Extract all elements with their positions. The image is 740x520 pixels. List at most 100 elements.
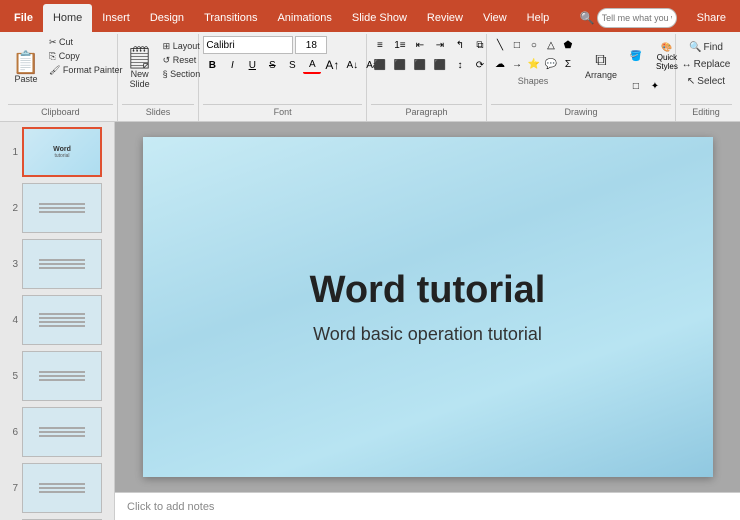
slide-thumb-6[interactable]: 6	[2, 406, 112, 458]
shape-5[interactable]: ⬟	[559, 36, 577, 54]
new-slide-button[interactable]: 🗒 NewSlide	[122, 36, 158, 100]
font-size-input[interactable]	[295, 36, 327, 54]
increase-font-button[interactable]: A↑	[323, 56, 341, 74]
slide-thumbnail-3[interactable]	[22, 239, 102, 289]
numbering-button[interactable]: 1≡	[391, 36, 409, 54]
shape-4[interactable]: △	[542, 36, 560, 54]
ribbon-content: 📋 Paste ✂ Cut ⎘ Copy 🖌 Format Painter Cl…	[0, 32, 740, 122]
slide-canvas[interactable]: Word tutorial Word basic operation tutor…	[143, 137, 713, 477]
shape-3[interactable]: ○	[525, 36, 543, 54]
notes-area[interactable]: Click to add notes	[115, 492, 740, 520]
font-group: B I U S S A A↑ A↓ Aa Font	[199, 34, 367, 121]
shape-9[interactable]: 💬	[542, 55, 560, 73]
paste-button[interactable]: 📋 Paste	[8, 36, 44, 100]
decrease-font-button[interactable]: A↓	[343, 56, 361, 74]
shape-fill-button[interactable]: 🪣	[627, 47, 645, 65]
slide-canvas-wrap[interactable]: Word tutorial Word basic operation tutor…	[115, 122, 740, 492]
clipboard-group: 📋 Paste ✂ Cut ⎘ Copy 🖌 Format Painter Cl…	[4, 34, 118, 121]
shape-10[interactable]: Σ	[559, 55, 577, 73]
new-slide-icon: 🗒	[126, 47, 154, 69]
increase-indent-button[interactable]: ⇥	[431, 36, 449, 54]
slide-thumb-7[interactable]: 7	[2, 462, 112, 514]
tell-me-area: 🔍	[574, 8, 683, 28]
shadow-button[interactable]: S	[283, 56, 301, 74]
tab-slideshow[interactable]: Slide Show	[342, 4, 417, 32]
slide-thumb-1[interactable]: 1 Word tutorial	[2, 126, 112, 178]
font-name-dropdown[interactable]	[203, 36, 293, 54]
editing-label: Editing	[680, 104, 732, 119]
shape-outline-button[interactable]: □	[627, 77, 645, 95]
shape-effects-button[interactable]: ✦	[646, 77, 664, 95]
main-area: 1 Word tutorial 2 3	[0, 122, 740, 520]
layout-button[interactable]: ⊞ Layout	[160, 40, 204, 53]
paragraph-label: Paragraph	[371, 104, 482, 119]
bold-button[interactable]: B	[203, 56, 221, 74]
select-button[interactable]: ↖ Select	[683, 74, 729, 89]
italic-button[interactable]: I	[223, 56, 241, 74]
arrange-button[interactable]: ⧉ Arrange	[583, 36, 619, 96]
paragraph-group: ≡ 1≡ ⇤ ⇥ ↰ ⧉ ⬛ ⬛ ⬛ ⬛ ↕ ⟳	[367, 34, 487, 121]
tab-share[interactable]: Share	[687, 4, 736, 32]
tab-file[interactable]: File	[4, 4, 43, 32]
justify-button[interactable]: ⬛	[431, 56, 449, 74]
bullets-button[interactable]: ≡	[371, 36, 389, 54]
font-color-button[interactable]: A	[303, 56, 321, 74]
format-painter-button[interactable]: 🖌 Format Painter	[46, 64, 125, 77]
slide-thumb-2[interactable]: 2	[2, 182, 112, 234]
shape-8[interactable]: ⭐	[525, 55, 543, 73]
tab-review[interactable]: Review	[417, 4, 473, 32]
shape-6[interactable]: ☁	[491, 55, 509, 73]
align-right-button[interactable]: ⬛	[411, 56, 429, 74]
quick-styles-icon: 🎨	[661, 42, 672, 53]
find-button[interactable]: 🔍 Find	[685, 40, 727, 55]
arrange-icon: ⧉	[595, 52, 606, 70]
drawing-group: ╲ □ ○ △ ⬟ ☁ → ⭐ 💬 Σ Shapes	[487, 34, 676, 121]
slides-group: 🗒 NewSlide ⊞ Layout ↺ Reset § Section Sl…	[118, 34, 200, 121]
align-left-button[interactable]: ⬛	[371, 56, 389, 74]
strikethrough-button[interactable]: S	[263, 56, 281, 74]
font-label: Font	[203, 104, 362, 119]
tab-design[interactable]: Design	[140, 4, 194, 32]
replace-button[interactable]: ↔ Replace	[678, 57, 735, 72]
slide-thumbnail-4[interactable]	[22, 295, 102, 345]
shape-2[interactable]: □	[508, 36, 526, 54]
clipboard-label: Clipboard	[8, 104, 113, 119]
tab-home[interactable]: Home	[43, 4, 92, 32]
notes-placeholder[interactable]: Click to add notes	[127, 501, 214, 513]
shape-7[interactable]: →	[508, 55, 526, 73]
slide-thumbnail-6[interactable]	[22, 407, 102, 457]
slide-thumb-5[interactable]: 5	[2, 350, 112, 402]
rtl-button[interactable]: ↰	[451, 36, 469, 54]
slide-title[interactable]: Word tutorial	[310, 269, 546, 312]
slide-subtitle[interactable]: Word basic operation tutorial	[313, 324, 542, 345]
tab-insert[interactable]: Insert	[92, 4, 140, 32]
tab-help[interactable]: Help	[517, 4, 560, 32]
slide-panel: 1 Word tutorial 2 3	[0, 122, 115, 520]
slide-thumbnail-1[interactable]: Word tutorial	[22, 127, 102, 177]
replace-icon: ↔	[682, 59, 692, 70]
tab-view[interactable]: View	[473, 4, 517, 32]
app-window: File Home Insert Design Transitions Anim…	[0, 0, 740, 520]
search-icon: 🔍	[580, 11, 595, 25]
cut-button[interactable]: ✂ Cut	[46, 36, 125, 49]
tab-animations[interactable]: Animations	[267, 4, 341, 32]
underline-button[interactable]: U	[243, 56, 261, 74]
slide-thumbnail-5[interactable]	[22, 351, 102, 401]
tell-me-input[interactable]	[597, 8, 677, 28]
section-button[interactable]: § Section	[160, 68, 204, 80]
align-center-button[interactable]: ⬛	[391, 56, 409, 74]
slide-thumbnail-2[interactable]	[22, 183, 102, 233]
find-icon: 🔍	[689, 42, 701, 53]
slide-thumbnail-7[interactable]	[22, 463, 102, 513]
reset-button[interactable]: ↺ Reset	[160, 54, 204, 67]
shape-1[interactable]: ╲	[491, 36, 509, 54]
editing-group: 🔍 Find ↔ Replace ↖ Select Editing	[676, 34, 736, 121]
decrease-indent-button[interactable]: ⇤	[411, 36, 429, 54]
drawing-label: Drawing	[491, 104, 671, 119]
tab-transitions[interactable]: Transitions	[194, 4, 267, 32]
paste-icon: 📋	[12, 52, 39, 74]
line-spacing-button[interactable]: ↕	[451, 56, 469, 74]
slide-thumb-3[interactable]: 3	[2, 238, 112, 290]
slide-thumb-4[interactable]: 4	[2, 294, 112, 346]
copy-button[interactable]: ⎘ Copy	[46, 50, 125, 63]
